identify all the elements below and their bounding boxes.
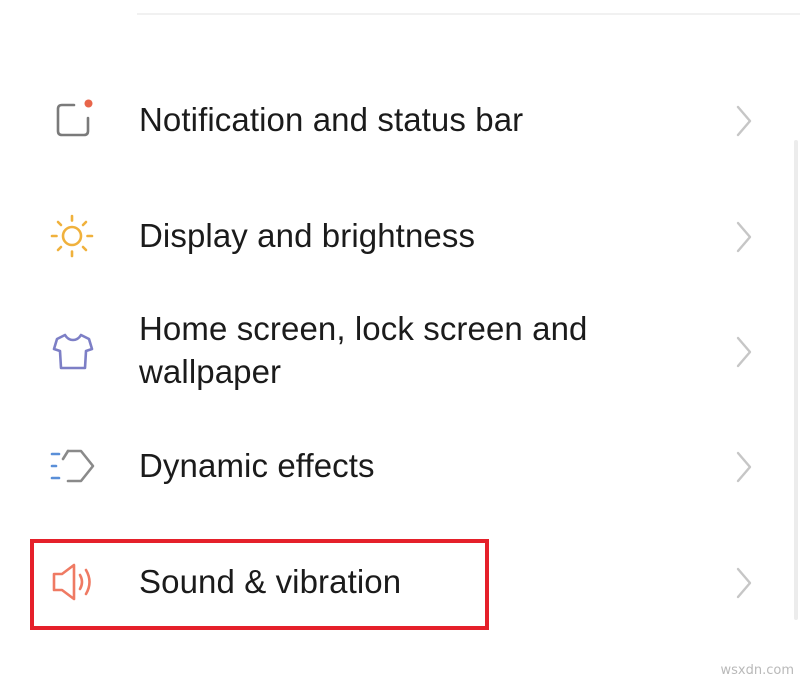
settings-screen: Notification and status bar Display and … [0, 0, 800, 681]
setting-item-label: Notification and status bar [139, 101, 524, 138]
setting-item-display-brightness[interactable]: Display and brightness [0, 211, 800, 261]
setting-item-label: Sound & vibration [139, 563, 402, 600]
shirt-icon [48, 327, 98, 377]
setting-item-label: Display and brightness [139, 217, 476, 254]
setting-item-home-lock-wallpaper[interactable]: Home screen, lock screen and wallpaper [0, 307, 800, 397]
sun-icon [48, 211, 98, 261]
setting-item-label-line2: wallpaper [139, 353, 282, 390]
chevron-right-icon [733, 104, 755, 138]
chevron-right-icon [733, 566, 755, 600]
dynamic-effects-icon [48, 441, 98, 491]
setting-item-dynamic-effects[interactable]: Dynamic effects [0, 441, 800, 491]
setting-item-label: Home screen, lock screen and [139, 310, 588, 347]
setting-item-label: Dynamic effects [139, 447, 375, 484]
top-divider [137, 0, 800, 15]
scrollbar[interactable] [794, 140, 798, 620]
chevron-right-icon [733, 335, 755, 369]
speaker-icon [48, 557, 98, 607]
notification-square-icon [48, 95, 98, 145]
chevron-right-icon [733, 220, 755, 254]
watermark: wsxdn.com [720, 663, 795, 678]
chevron-right-icon [733, 450, 755, 484]
setting-item-sound-vibration[interactable]: Sound & vibration [0, 557, 800, 607]
setting-item-notification-status-bar[interactable]: Notification and status bar [0, 95, 800, 145]
